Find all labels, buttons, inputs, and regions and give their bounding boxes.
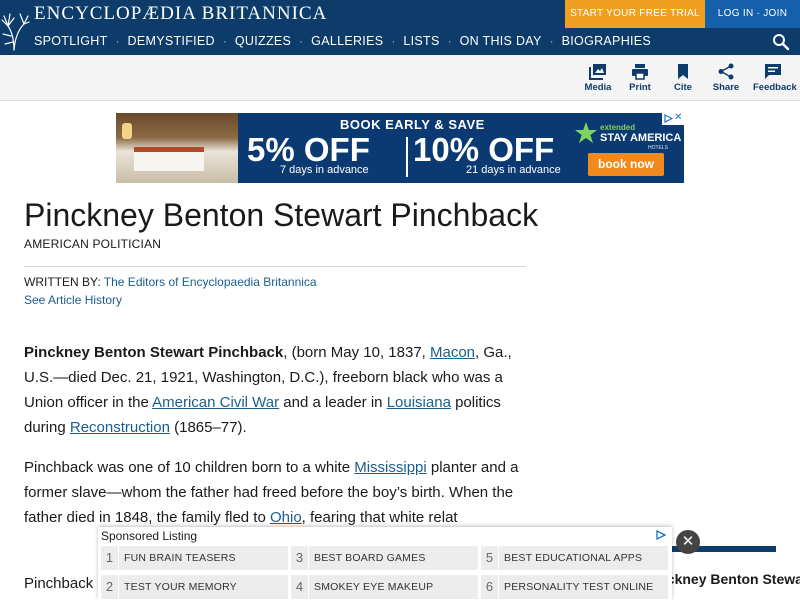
written-by: WRITTEN BY: The Editors of Encyclopaedia… xyxy=(24,275,317,289)
ad-divider xyxy=(406,137,408,177)
share-label: Share xyxy=(712,82,740,93)
text: (1865–77). xyxy=(169,419,247,436)
sponsored-item-number: 4 xyxy=(291,575,309,599)
britannica-thistle-logo-icon[interactable] xyxy=(0,0,30,52)
link-american-civil-war[interactable]: American Civil War xyxy=(152,394,279,411)
nav-on-this-day[interactable]: ON THIS DAY xyxy=(460,34,542,48)
nav-spotlight[interactable]: SPOTLIGHT xyxy=(34,34,108,48)
close-sponsored-button[interactable]: ✕ xyxy=(676,530,700,554)
lamp-shape xyxy=(122,123,132,139)
sponsored-item-number: 5 xyxy=(481,546,499,570)
article-title: Pinckney Benton Stewart Pinchback xyxy=(24,197,539,233)
text: Pinchback was one of 10 children born to… xyxy=(24,459,355,476)
text: and a leader in xyxy=(279,394,387,411)
paragraph-intro: Pinckney Benton Stewart Pinchback, (born… xyxy=(24,340,524,440)
nav-separator: · xyxy=(549,34,554,48)
ad-brand: STAY AMERICA xyxy=(600,132,682,144)
ad-offer-10-sub: 21 days in advance xyxy=(466,164,561,176)
share-icon xyxy=(718,63,734,80)
print-button[interactable]: Print xyxy=(620,63,660,93)
sponsored-item-label: PERSONALITY TEST ONLINE xyxy=(504,581,654,593)
ad-offer-5: 5% OFF xyxy=(247,131,370,168)
search-icon[interactable] xyxy=(772,33,790,51)
ad-offer-10: 10% OFF xyxy=(413,131,555,168)
article-subtitle: AMERICAN POLITICIAN xyxy=(24,237,162,251)
text: , fearing that white relat xyxy=(301,509,458,526)
book-now-button[interactable]: book now xyxy=(588,153,664,176)
sponsored-item[interactable]: 6 PERSONALITY TEST ONLINE xyxy=(481,575,668,599)
nav-separator: · xyxy=(447,34,452,48)
adchoices-icon[interactable] xyxy=(656,530,666,540)
ad-close-icon[interactable]: ✕ xyxy=(674,113,683,123)
nav-lists[interactable]: LISTS xyxy=(403,34,439,48)
ad-choices[interactable]: ✕ xyxy=(662,113,684,125)
sponsored-listing-overlay: Sponsored Listing 1 FUN BRAIN TEASERS 3 … xyxy=(98,527,672,600)
nav-quizzes[interactable]: QUIZZES xyxy=(235,34,291,48)
sponsored-item-label: TEST YOUR MEMORY xyxy=(124,581,237,593)
hotel-ad-banner[interactable]: BOOK EARLY & SAVE 5% OFF 7 days in advan… xyxy=(116,113,684,183)
star-logo-icon xyxy=(575,122,597,143)
nav-separator: · xyxy=(299,34,304,48)
sponsored-item-label: BEST BOARD GAMES xyxy=(314,552,426,564)
print-label: Print xyxy=(629,82,651,93)
ad-offer-5-sub: 7 days in advance xyxy=(280,164,369,176)
cite-label: Cite xyxy=(674,82,692,93)
ad-brand-small: extended xyxy=(600,123,636,132)
media-button[interactable]: Media xyxy=(578,63,618,93)
text: , (born May 10, 1837, xyxy=(283,344,430,361)
link-ohio[interactable]: Ohio xyxy=(270,509,302,526)
link-louisiana[interactable]: Louisiana xyxy=(387,394,451,411)
sponsored-item[interactable]: 4 SMOKEY EYE MAKEUP xyxy=(291,575,478,599)
media-icon xyxy=(589,64,606,80)
article-history-link[interactable]: See Article History xyxy=(24,293,122,307)
sponsored-item-number: 3 xyxy=(291,546,309,570)
paragraph-early-life: Pinchback was one of 10 children born to… xyxy=(24,455,524,530)
feedback-icon xyxy=(765,64,781,79)
nav-demystified[interactable]: DEMYSTIFIED xyxy=(128,34,215,48)
nav-biographies[interactable]: BIOGRAPHIES xyxy=(562,34,651,48)
article-toolbar: Media Print Cite Share Feedback xyxy=(0,55,800,101)
bed-shape xyxy=(134,147,204,171)
sponsored-item[interactable]: 5 BEST EDUCATIONAL APPS xyxy=(481,546,668,570)
sponsored-item-number: 2 xyxy=(101,575,119,599)
author-link[interactable]: The Editors of Encyclopaedia Britannica xyxy=(104,275,317,289)
link-macon[interactable]: Macon xyxy=(430,344,475,361)
feedback-button[interactable]: Feedback xyxy=(753,63,797,93)
sponsored-item[interactable]: 2 TEST YOUR MEMORY xyxy=(101,575,288,599)
print-icon xyxy=(632,64,648,80)
written-by-label: WRITTEN BY: xyxy=(24,275,101,289)
ad-headline: BOOK EARLY & SAVE xyxy=(340,117,485,132)
sponsored-item[interactable]: 3 BEST BOARD GAMES xyxy=(291,546,478,570)
sponsored-item-number: 6 xyxy=(481,575,499,599)
main-nav: SPOTLIGHT · DEMYSTIFIED · QUIZZES · GALL… xyxy=(0,28,800,55)
share-button[interactable]: Share xyxy=(706,63,746,93)
sponsored-item[interactable]: 1 FUN BRAIN TEASERS xyxy=(101,546,288,570)
feedback-label: Feedback xyxy=(753,82,797,93)
adchoices-icon[interactable] xyxy=(664,114,673,123)
sponsored-title: Sponsored Listing xyxy=(101,529,198,543)
hotel-room-image xyxy=(116,113,238,183)
link-mississippi[interactable]: Mississippi xyxy=(354,459,427,476)
nav-separator: · xyxy=(391,34,396,48)
cite-button[interactable]: Cite xyxy=(663,63,703,93)
nav-galleries[interactable]: GALLERIES xyxy=(311,34,383,48)
media-label: Media xyxy=(584,82,612,93)
sponsored-item-label: BEST EDUCATIONAL APPS xyxy=(504,552,643,564)
ad-brand-sub: HOTELS xyxy=(648,145,669,151)
login-join-button[interactable]: LOG IN · JOIN xyxy=(705,0,800,28)
link-reconstruction[interactable]: Reconstruction xyxy=(70,419,170,436)
sponsored-item-number: 1 xyxy=(101,546,119,570)
bookmark-icon xyxy=(678,64,688,79)
divider xyxy=(24,266,526,267)
nav-separator: · xyxy=(115,34,120,48)
sponsored-item-label: FUN BRAIN TEASERS xyxy=(124,552,236,564)
sponsored-item-label: SMOKEY EYE MAKEUP xyxy=(314,581,434,593)
free-trial-button[interactable]: START YOUR FREE TRIAL xyxy=(565,0,705,28)
subject-name: Pinckney Benton Stewart Pinchback xyxy=(24,344,284,361)
nav-separator: · xyxy=(222,34,227,48)
site-logo-text[interactable]: ENCYCLOPÆDIA BRITANNICA xyxy=(34,3,327,25)
top-bar: ENCYCLOPÆDIA BRITANNICA START YOUR FREE … xyxy=(0,0,800,28)
